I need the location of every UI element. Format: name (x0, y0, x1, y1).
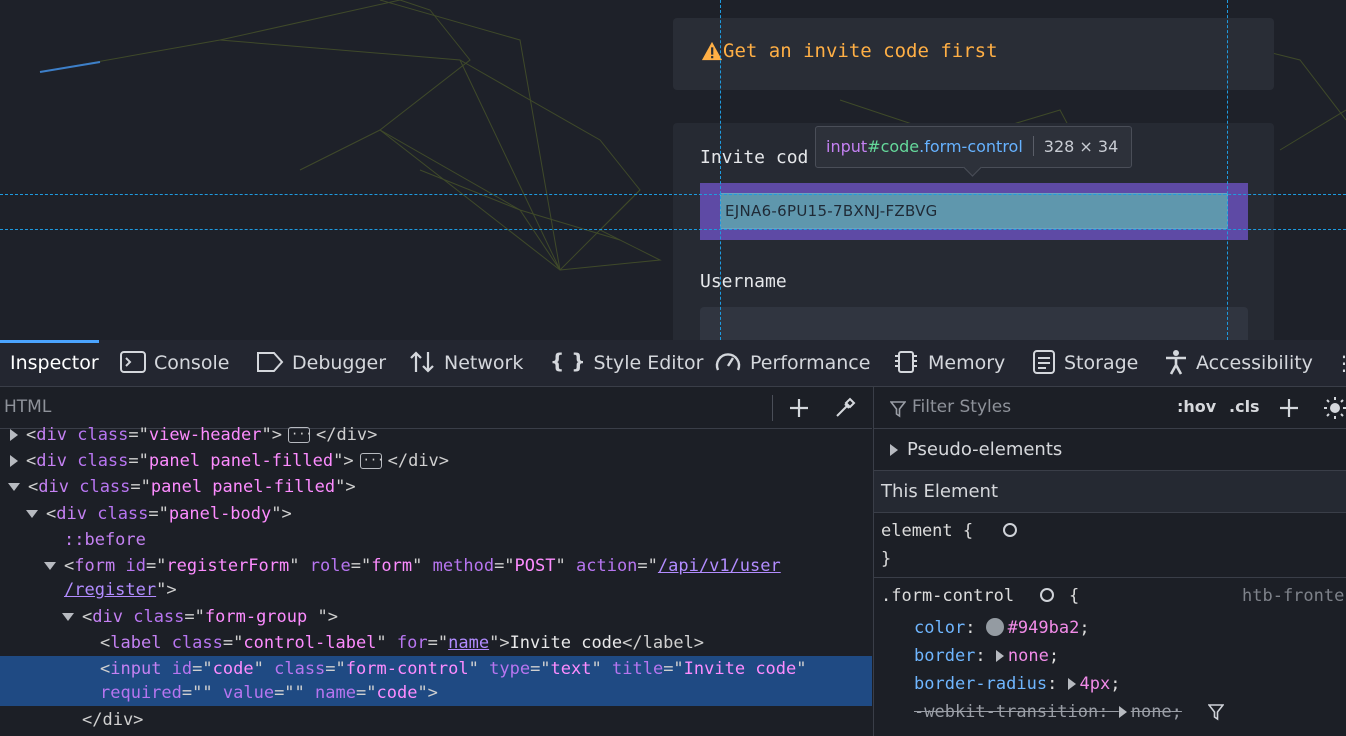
tab-label: Network (444, 352, 524, 374)
tooltip-separator (1032, 136, 1034, 156)
stylesheet-source-link[interactable]: htb-fronte (1242, 586, 1344, 606)
declaration-border-radius[interactable]: border-radius: 4px; (914, 674, 1121, 694)
tab-inspector[interactable]: Inspector (0, 340, 99, 387)
filter-icon (890, 401, 906, 418)
tab-label: Style Editor (593, 352, 704, 374)
tree-node[interactable]: ::before (0, 527, 872, 553)
page-viewport: Get an invite code first Invite cod EJNA… (0, 0, 1346, 340)
tree-node[interactable]: <form id="registerForm" role="form" meth… (0, 553, 872, 579)
declaration-border[interactable]: border: none; (914, 646, 1059, 666)
tab-label: Console (154, 352, 230, 374)
tab-style-editor[interactable]: { } Style Editor (550, 340, 703, 387)
tree-node[interactable]: <div class="panel panel-filled"> (0, 474, 872, 500)
overflow-menu-icon[interactable]: ⋮ (1334, 340, 1346, 387)
tree-node[interactable]: <div class="form-group "> (0, 604, 872, 630)
styles-filter-bar: Filter Styles :hov .cls (874, 387, 1346, 429)
username-label: Username (700, 271, 787, 292)
declaration-color[interactable]: color: #949ba2; (914, 617, 1090, 638)
collapsed-children-icon[interactable] (287, 421, 313, 447)
tab-console[interactable]: Console (120, 340, 229, 387)
expand-arrow-icon[interactable] (10, 429, 18, 441)
add-node-icon[interactable] (788, 397, 810, 419)
tooltip-class: .form-control (919, 137, 1023, 156)
add-rule-icon[interactable] (1279, 398, 1299, 418)
expand-arrow-icon[interactable] (1067, 678, 1076, 690)
this-element-header: This Element (874, 471, 1346, 513)
element-rule[interactable]: element { } (874, 513, 1346, 578)
tab-label: Performance (750, 352, 871, 374)
devtools-panel: Inspector Console Debugger Network { } St… (0, 340, 1346, 736)
guide-line (1227, 0, 1228, 340)
tooltip-tag: input (826, 137, 868, 156)
filter-styles-input[interactable]: Filter Styles (912, 397, 1011, 417)
accessibility-icon (1166, 349, 1186, 375)
guide-line (720, 0, 721, 340)
markup-view: HTML <div class="view-header"></div> <di… (0, 387, 872, 736)
tab-label: Inspector (10, 352, 99, 374)
expand-arrow-icon[interactable] (995, 650, 1004, 662)
console-icon (120, 350, 146, 373)
username-input[interactable] (700, 307, 1248, 340)
tab-label: Debugger (292, 352, 387, 374)
braces-icon: { } (550, 349, 586, 373)
tree-node[interactable]: <div class="panel panel-filled"></div> (0, 447, 872, 474)
tree-node-continuation: /register"> (64, 580, 177, 600)
expand-arrow-icon[interactable] (1118, 706, 1127, 718)
tab-label: Storage (1064, 352, 1139, 374)
expand-arrow-icon[interactable] (10, 455, 18, 467)
tree-node[interactable]: <div class="view-header"></div> (0, 421, 872, 448)
tab-memory[interactable]: Memory (892, 340, 1005, 387)
tab-label: Memory (928, 352, 1006, 374)
gear-icon[interactable] (1040, 588, 1054, 602)
pseudo-elements-toggle[interactable]: Pseudo-elements (874, 429, 1346, 471)
memory-chip-icon (895, 350, 917, 373)
network-icon (410, 350, 434, 373)
markup-search-input[interactable]: HTML (4, 397, 51, 417)
storage-icon (1033, 349, 1055, 374)
invite-code-input[interactable]: EJNA6-6PU15-7BXNJ-FZBVG (720, 193, 1228, 229)
collapsed-children-icon[interactable] (359, 447, 384, 473)
gear-icon[interactable] (1003, 523, 1017, 537)
filter-icon[interactable] (1208, 703, 1225, 721)
tooltip-id: #code (867, 137, 920, 156)
tab-accessibility[interactable]: Accessibility (1164, 340, 1313, 387)
tab-network[interactable]: Network (408, 340, 523, 387)
rules-view: Filter Styles :hov .cls Pseudo-elements … (873, 387, 1346, 736)
tab-label: Accessibility (1196, 352, 1313, 374)
alert-box: Get an invite code first (673, 18, 1274, 90)
eyedropper-icon[interactable] (834, 397, 856, 419)
debugger-icon (257, 351, 284, 372)
invite-code-label: Invite cod (700, 147, 809, 168)
guide-line (0, 194, 1346, 195)
devtools-toolbar: Inspector Console Debugger Network { } St… (0, 340, 1346, 387)
declaration-webkit-transition[interactable]: -webkit-transition: none; (914, 702, 1225, 722)
tree-node-selected[interactable]: <input id="code" class="form-control" ty… (0, 656, 872, 706)
toolbar-divider (772, 395, 773, 421)
invite-code-input-highlight[interactable]: EJNA6-6PU15-7BXNJ-FZBVG (700, 183, 1248, 240)
form-control-rule[interactable]: .form-control { htb-fronte color: #949ba… (874, 578, 1346, 736)
tooltip-dimensions: 328 × 34 (1043, 137, 1119, 156)
tab-performance[interactable]: Performance (714, 340, 870, 387)
element-tooltip: input#code.form-control 328 × 34 (815, 126, 1132, 168)
collapse-arrow-icon[interactable] (62, 613, 74, 621)
collapse-arrow-icon[interactable] (26, 510, 38, 518)
collapse-arrow-icon[interactable] (8, 483, 20, 491)
alert-message: Get an invite code first (723, 40, 998, 62)
tree-node[interactable]: <div class="panel-body"> (0, 501, 872, 527)
tab-debugger[interactable]: Debugger (256, 340, 386, 387)
tree-node[interactable]: </div> (0, 707, 872, 733)
cls-button[interactable]: .cls (1229, 397, 1260, 416)
expand-arrow-icon[interactable] (890, 444, 898, 456)
tab-storage[interactable]: Storage (1032, 340, 1138, 387)
tree-node[interactable]: <label class="control-label" for="name">… (0, 630, 872, 656)
light-theme-icon[interactable] (1323, 396, 1346, 420)
collapse-arrow-icon[interactable] (44, 562, 56, 570)
gauge-icon (715, 352, 741, 370)
color-swatch[interactable] (985, 617, 1004, 636)
guide-line (0, 229, 1346, 230)
invite-code-value: EJNA6-6PU15-7BXNJ-FZBVG (725, 202, 938, 220)
hov-button[interactable]: :hov (1177, 397, 1216, 416)
